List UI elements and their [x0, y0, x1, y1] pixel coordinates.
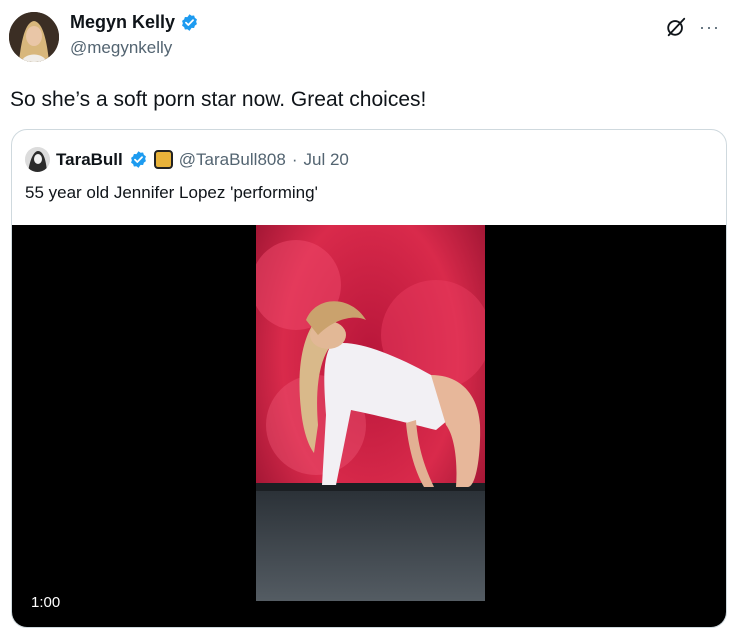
video-thumbnail — [256, 225, 485, 601]
author-avatar[interactable] — [9, 12, 59, 62]
tweet-card: Megyn Kelly @megynkelly ··· So she’s a s… — [0, 0, 734, 633]
author-name[interactable]: Megyn Kelly — [70, 12, 175, 33]
verified-badge-icon — [182, 14, 197, 31]
tweet-actions: ··· — [665, 16, 720, 38]
verified-badge-icon — [130, 151, 146, 168]
author-info: Megyn Kelly @megynkelly — [70, 12, 199, 58]
date-separator: · — [291, 149, 298, 169]
quoted-text: 55 year old Jennifer Lopez 'performing' — [25, 183, 318, 202]
quoted-header: TaraBull @TaraBull808 · Jul 20 — [25, 147, 349, 172]
more-icon[interactable]: ··· — [699, 18, 720, 36]
quoted-date[interactable]: Jul 20 — [303, 150, 348, 170]
author-handle[interactable]: @megynkelly — [70, 38, 199, 58]
video-duration: 1:00 — [24, 590, 68, 615]
quoted-author-handle[interactable]: @TaraBull808 — [179, 150, 286, 170]
grok-icon[interactable] — [665, 16, 687, 38]
tweet-text: So she’s a soft porn star now. Great cho… — [10, 88, 427, 111]
quoted-tweet[interactable]: TaraBull @TaraBull808 · Jul 20 55 year o… — [11, 129, 727, 628]
affiliate-badge-icon — [153, 150, 173, 169]
quoted-author-name[interactable]: TaraBull — [56, 150, 123, 170]
quoted-avatar[interactable] — [25, 147, 50, 172]
video-player[interactable]: 1:00 — [12, 225, 726, 627]
